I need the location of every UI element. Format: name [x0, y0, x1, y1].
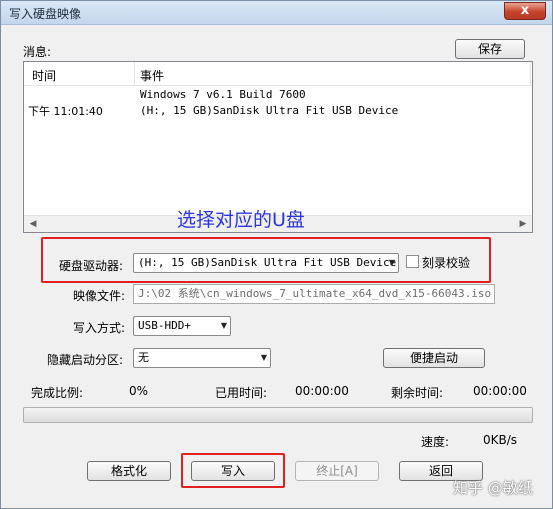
remaining-value: 00:00:00 — [473, 384, 527, 398]
message-list-header: 时间 事件 — [24, 62, 532, 86]
format-button[interactable]: 格式化 — [87, 461, 171, 481]
completed-value: 0% — [129, 384, 149, 398]
chevron-down-icon: ▼ — [260, 353, 267, 362]
window-title: 写入硬盘映像 — [9, 7, 82, 21]
row-time: 下午 11:01:40 — [28, 105, 103, 118]
write-method-value: USB-HDD+ — [138, 319, 191, 332]
close-button[interactable]: x — [504, 2, 546, 20]
watermark: 知乎 @敏纸 — [453, 479, 533, 497]
write-method-label: 写入方式: — [73, 321, 126, 335]
hidden-partition-label: 隐藏启动分区: — [47, 353, 124, 367]
elapsed-value: 00:00:00 — [295, 384, 349, 398]
drive-label: 硬盘驱动器: — [59, 259, 124, 273]
messages-label: 消息: — [23, 45, 52, 59]
save-button[interactable]: 保存 — [455, 39, 525, 59]
row-event: Windows 7 v6.1 Build 7600 — [140, 88, 306, 101]
scroll-left-icon[interactable]: ◀ — [26, 217, 40, 231]
hidden-partition-value: 无 — [138, 351, 149, 364]
column-separator[interactable] — [134, 62, 135, 86]
scroll-right-icon[interactable]: ▶ — [516, 217, 530, 231]
drive-select-value: (H:, 15 GB)SanDisk Ultra Fit USB Device — [138, 256, 397, 269]
image-file-path: J:\02 系统\cn_windows_7_ultimate_x64_dvd_x… — [138, 287, 492, 300]
speed-label: 速度: — [421, 435, 450, 449]
stop-button[interactable]: 终止[A] — [295, 461, 379, 481]
drive-select[interactable]: (H:, 15 GB)SanDisk Ultra Fit USB Device … — [133, 253, 399, 273]
speed-value: 0KB/s — [483, 433, 518, 447]
column-header-time[interactable]: 时间 — [32, 67, 56, 84]
progress-bar — [23, 407, 533, 423]
verify-label[interactable]: 刻录校验 — [422, 254, 470, 271]
chevron-down-icon: ▼ — [220, 321, 227, 330]
column-separator — [530, 62, 531, 86]
verify-checkbox[interactable] — [406, 255, 419, 268]
write-highlight-box — [181, 453, 285, 488]
row-event: (H:, 15 GB)SanDisk Ultra Fit USB Device — [140, 104, 399, 117]
write-method-select[interactable]: USB-HDD+ ▼ — [133, 316, 231, 336]
write-disk-image-window: 写入硬盘映像 x 消息: 保存 时间 事件 Windows 7 v6.1 Bui… — [0, 0, 553, 509]
close-icon: x — [520, 3, 530, 18]
chevron-down-icon: ▼ — [388, 258, 395, 267]
image-file-field[interactable]: J:\02 系统\cn_windows_7_ultimate_x64_dvd_x… — [133, 284, 495, 304]
annotation-text: 选择对应的U盘 — [177, 209, 305, 231]
title-bar: 写入硬盘映像 x — [1, 1, 552, 25]
remaining-label: 剩余时间: — [391, 386, 444, 400]
column-header-event[interactable]: 事件 — [140, 67, 164, 84]
quick-boot-button[interactable]: 便捷启动 — [383, 348, 485, 368]
elapsed-label: 已用时间: — [215, 386, 268, 400]
image-file-label: 映像文件: — [73, 289, 126, 303]
completed-label: 完成比例: — [31, 386, 84, 400]
hidden-partition-select[interactable]: 无 ▼ — [133, 348, 271, 368]
